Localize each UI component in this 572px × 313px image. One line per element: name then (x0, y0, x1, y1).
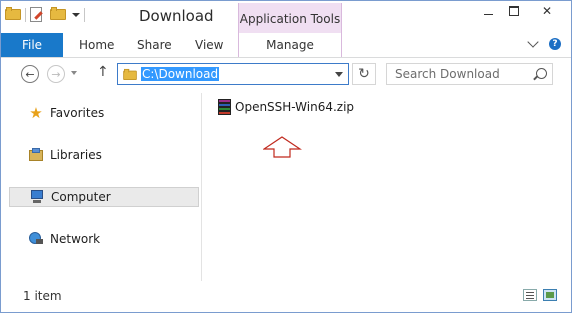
view-switcher (523, 289, 557, 301)
back-arrow-icon: ← (25, 67, 35, 81)
back-button[interactable]: ← (21, 65, 39, 83)
refresh-icon: ↻ (358, 66, 370, 82)
nav-item-network[interactable]: Network (9, 229, 199, 249)
tab-file[interactable]: File (1, 33, 63, 57)
help-icon[interactable]: ? (549, 38, 561, 50)
quick-access-toolbar (5, 7, 85, 23)
title-bar: Download Application Tools ✕ (1, 1, 571, 33)
annotation-arrow-shape (263, 136, 302, 158)
maximize-button[interactable] (501, 1, 527, 21)
libraries-icon (28, 147, 44, 163)
nav-item-favorites[interactable]: ★ Favorites (9, 103, 199, 123)
navigation-bar: ← → ↑ C:\Download ↻ Search Download (1, 58, 571, 92)
ribbon-right-controls: ? (527, 36, 561, 50)
up-button[interactable]: ↑ (97, 64, 109, 80)
forward-button[interactable]: → (47, 65, 65, 83)
tab-home[interactable]: Home (79, 33, 114, 57)
up-arrow-icon: ↑ (97, 64, 109, 80)
computer-icon (29, 189, 45, 205)
address-text[interactable]: C:\Download (141, 67, 220, 81)
folder-icon[interactable] (5, 7, 21, 23)
nav-item-label: Network (50, 232, 101, 246)
window-controls: ✕ (475, 1, 567, 21)
tab-view[interactable]: View (195, 33, 223, 57)
new-folder-icon[interactable] (50, 7, 66, 23)
nav-item-label: Libraries (50, 148, 102, 162)
star-icon: ★ (29, 104, 43, 122)
close-button[interactable]: ✕ (527, 1, 567, 21)
status-bar: 1 item (1, 282, 571, 312)
application-tools-header: Application Tools (238, 3, 342, 33)
nav-item-computer[interactable]: Computer (9, 187, 199, 207)
window-title: Download (139, 7, 214, 25)
nav-item-libraries[interactable]: Libraries (9, 145, 199, 165)
nav-item-label: Favorites (50, 106, 105, 120)
recent-locations-dropdown[interactable] (71, 71, 77, 75)
large-icons-view-icon[interactable] (543, 289, 557, 301)
search-placeholder: Search Download (395, 67, 500, 81)
explorer-window: Download Application Tools ✕ File Home S… (0, 0, 572, 313)
file-name: OpenSSH-Win64.zip (235, 100, 355, 114)
customize-toolbar-dropdown[interactable] (72, 13, 80, 17)
tab-manage[interactable]: Manage (238, 33, 342, 57)
refresh-button[interactable]: ↻ (352, 63, 376, 85)
address-dropdown-icon[interactable] (335, 72, 343, 77)
folder-icon (123, 68, 137, 81)
file-list-pane: OpenSSH-Win64.zip (202, 93, 571, 281)
nav-item-label: Computer (51, 190, 111, 204)
toolbar-separator (25, 8, 26, 22)
search-input[interactable]: Search Download (386, 63, 553, 85)
details-view-icon[interactable] (523, 289, 537, 301)
expand-ribbon-icon[interactable] (527, 36, 539, 48)
zip-archive-icon (217, 99, 232, 115)
navigation-pane: ★ Favorites Libraries Computer Network (1, 93, 202, 281)
network-icon (28, 231, 44, 247)
forward-arrow-icon: → (51, 67, 61, 81)
properties-icon[interactable] (30, 7, 46, 23)
item-count: 1 item (23, 289, 62, 303)
close-icon: ✕ (541, 4, 553, 18)
tab-share[interactable]: Share (137, 33, 172, 57)
minimize-icon (483, 13, 493, 15)
file-item[interactable]: OpenSSH-Win64.zip (217, 99, 354, 115)
minimize-button[interactable] (475, 1, 501, 21)
toolbar-separator (84, 8, 85, 22)
annotation-arrow-icon (263, 136, 302, 158)
address-bar[interactable]: C:\Download (117, 63, 349, 85)
search-icon[interactable] (536, 68, 547, 79)
ribbon-tabs: File Home Share View Manage ? (1, 33, 571, 58)
maximize-icon (509, 6, 519, 16)
